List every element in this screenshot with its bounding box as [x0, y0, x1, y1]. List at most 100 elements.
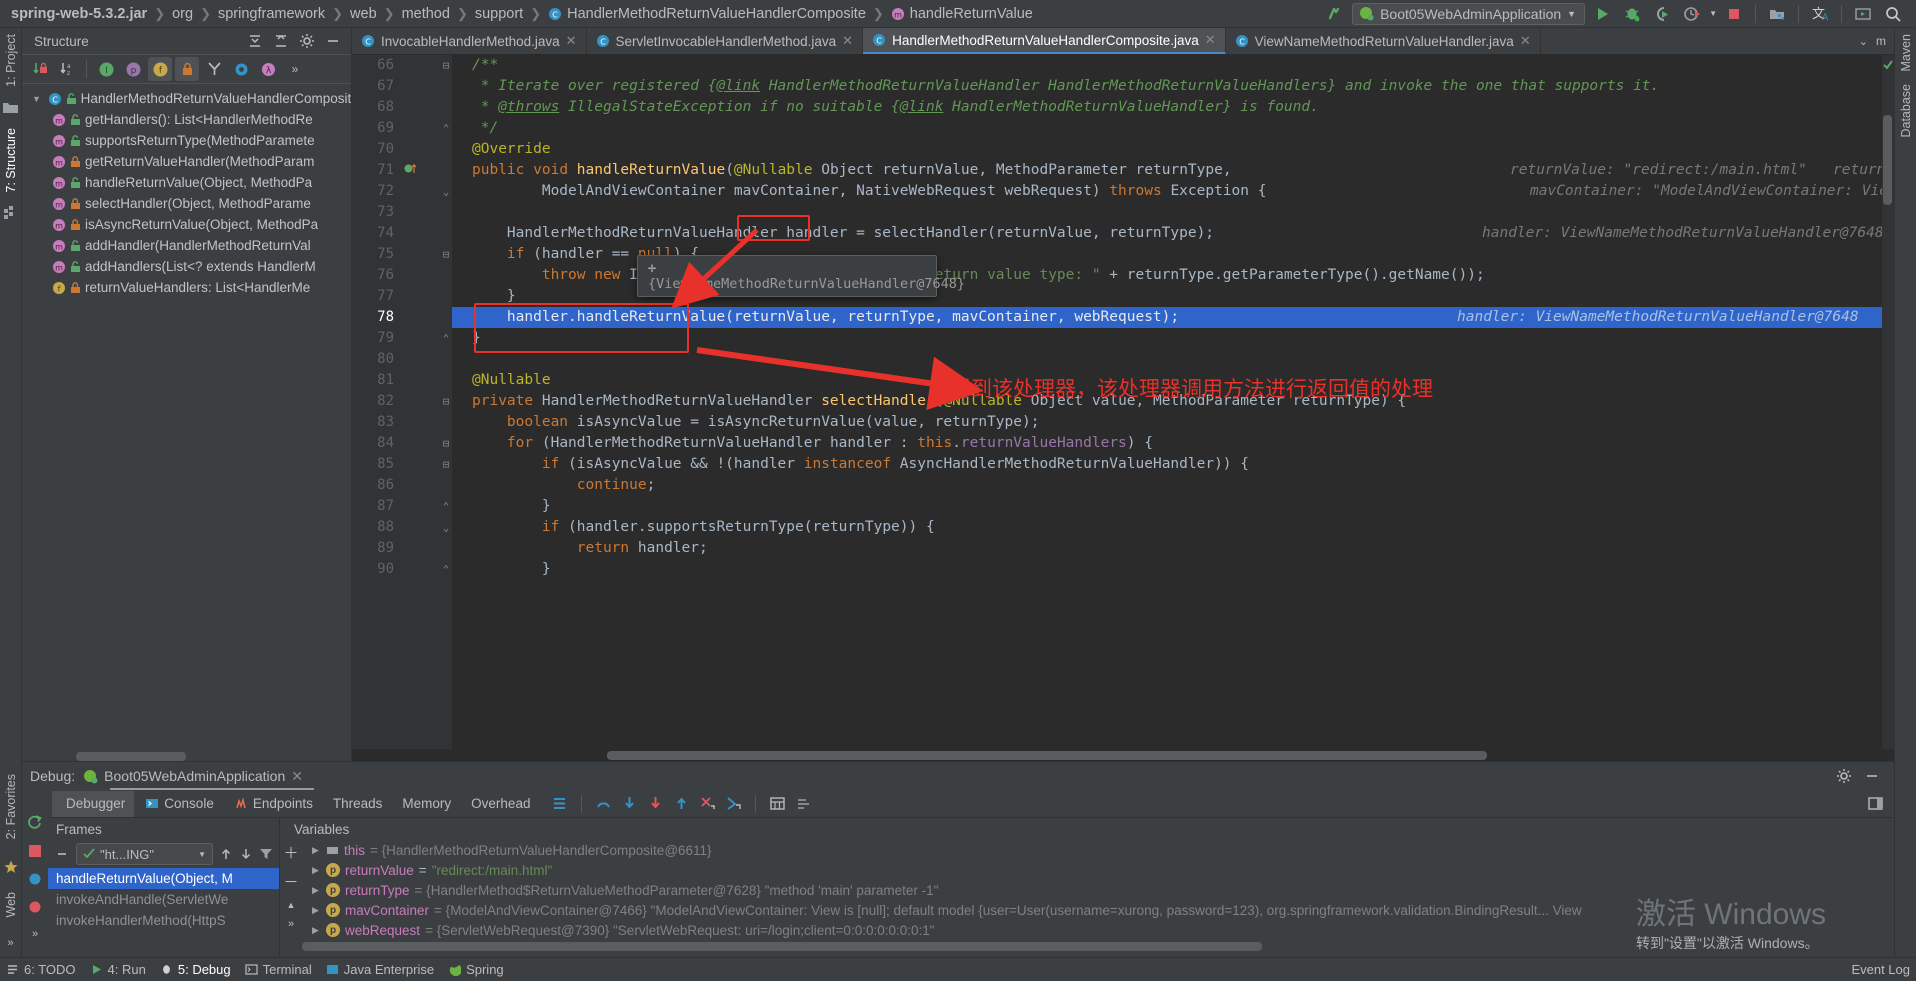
show-fields-icon[interactable]: f: [148, 57, 172, 81]
tab-servlet-invocable-handler-method[interactable]: C ServletInvocableHandlerMethod.java ✕: [587, 28, 864, 54]
pause-resume-icon[interactable]: [54, 846, 70, 862]
status-item-debug[interactable]: 5: Debug: [160, 962, 231, 977]
sort-by-visibility-icon[interactable]: [28, 57, 52, 81]
debug-layout-icon[interactable]: [1867, 795, 1894, 812]
frame-row[interactable]: handleReturnValue(Object, M: [48, 868, 279, 889]
collapse-all-icon[interactable]: [269, 29, 293, 53]
tab-debugger[interactable]: Debugger: [52, 790, 135, 817]
hide-tool-window-icon[interactable]: [1864, 768, 1880, 784]
fold-marker[interactable]: ⌃: [440, 559, 452, 580]
step-out-icon[interactable]: [673, 795, 690, 812]
status-item-todo[interactable]: 6: TODO: [6, 962, 76, 977]
tab-threads[interactable]: Threads: [324, 791, 392, 817]
debug-more-icon[interactable]: »: [32, 928, 38, 940]
chevron-right-icon[interactable]: ▶: [312, 925, 321, 936]
force-step-into-icon[interactable]: [647, 795, 664, 812]
code-editor[interactable]: 66 67 68 69 70 71 72 73 74 75 76 77 78 7…: [352, 55, 1894, 749]
variable-row-returntype[interactable]: ▶ p returnType = {HandlerMethod$ReturnVa…: [302, 880, 1894, 900]
step-over-icon[interactable]: [595, 795, 612, 812]
variables-horizontal-scrollbar[interactable]: [302, 942, 1894, 951]
project-folder-icon[interactable]: [3, 101, 18, 114]
tab-invocable-handler-method[interactable]: C InvocableHandlerMethod.java ✕: [352, 28, 587, 54]
chevron-down-icon[interactable]: ▼: [1567, 9, 1576, 19]
breadcrumb-item-jar[interactable]: spring-web-5.3.2.jar: [4, 6, 154, 22]
tree-item-method[interactable]: m isAsyncReturnValue(Object, MethodPa: [22, 214, 351, 235]
sidebar-item-web[interactable]: Web: [4, 892, 18, 917]
tooltip-plus-icon[interactable]: ✛: [648, 260, 656, 276]
run-configuration-selector[interactable]: Boot05WebAdminApplication ▼: [1352, 2, 1586, 25]
build-icon[interactable]: [1322, 2, 1348, 26]
run-with-coverage-button[interactable]: [1649, 2, 1675, 26]
profiler-button[interactable]: [1679, 2, 1705, 26]
chevron-right-icon[interactable]: ▶: [312, 865, 321, 876]
layout-settings-icon[interactable]: [795, 795, 812, 812]
sidebar-item-structure[interactable]: 7: Structure: [4, 128, 18, 193]
run-button[interactable]: [1589, 2, 1615, 26]
fold-marker[interactable]: ⌃: [440, 328, 452, 349]
watch-up-icon[interactable]: ▲: [287, 900, 296, 910]
tree-item-method[interactable]: m getReturnValueHandler(MethodParam: [22, 151, 351, 172]
rerun-icon[interactable]: [27, 814, 43, 830]
scroll-thumb[interactable]: [1883, 115, 1892, 205]
chevron-down-icon[interactable]: ▼: [198, 850, 206, 859]
chevron-right-icon[interactable]: ▶: [312, 885, 321, 896]
sidebar-item-project[interactable]: 1: Project: [4, 34, 18, 87]
tree-item-method[interactable]: m supportsReturnType(MethodParamete: [22, 130, 351, 151]
stop-icon[interactable]: [28, 844, 42, 858]
debug-session-tab[interactable]: Boot05WebAdminApplication ✕: [75, 762, 311, 790]
expand-all-icon[interactable]: [243, 29, 267, 53]
show-anonymous-icon[interactable]: [202, 57, 226, 81]
remove-watch-icon[interactable]: －: [283, 871, 298, 892]
search-everywhere-button[interactable]: [1880, 2, 1906, 26]
structure-more-icon[interactable]: »: [283, 57, 307, 81]
drop-frame-icon[interactable]: [699, 795, 716, 812]
chevron-right-icon[interactable]: ▶: [312, 845, 321, 856]
tab-endpoints[interactable]: Endpoints: [225, 791, 322, 817]
editor-marker-bar[interactable]: [1882, 55, 1894, 749]
tab-memory[interactable]: Memory: [393, 791, 460, 817]
sort-alphabetically-icon[interactable]: az: [55, 57, 79, 81]
tree-item-method[interactable]: m addHandler(HandlerMethodReturnVal: [22, 235, 351, 256]
hide-tool-window-icon[interactable]: [321, 29, 345, 53]
favorites-star-icon[interactable]: [4, 860, 18, 874]
sidebar-item-maven[interactable]: Maven: [1899, 34, 1913, 72]
tree-item-class[interactable]: ▼ C HandlerMethodReturnValueHandlerCompo…: [22, 88, 351, 109]
breadcrumb-item-web[interactable]: web: [343, 6, 384, 22]
sidebar-item-favorites[interactable]: 2: Favorites: [4, 774, 18, 839]
tab-overhead[interactable]: Overhead: [462, 791, 539, 817]
fold-marker[interactable]: ⌃: [440, 118, 452, 139]
tree-item-method[interactable]: m getHandlers(): List<HandlerMethodRe: [22, 109, 351, 130]
stop-button[interactable]: [1721, 2, 1747, 26]
add-watch-icon[interactable]: ＋: [283, 842, 298, 863]
filter-frames-icon[interactable]: [259, 847, 273, 861]
tree-item-method[interactable]: m selectHandler(Object, MethodParame: [22, 193, 351, 214]
breadcrumb-item-org[interactable]: org: [165, 6, 200, 22]
editor-horizontal-scrollbar[interactable]: [352, 749, 1894, 761]
run-to-cursor-icon[interactable]: [725, 795, 742, 812]
show-properties-icon[interactable]: p: [121, 57, 145, 81]
watch-more-icon[interactable]: »: [288, 918, 294, 930]
chevron-right-icon[interactable]: ▶: [312, 905, 321, 916]
debug-button[interactable]: [1619, 2, 1645, 26]
status-item-terminal[interactable]: Terminal: [245, 962, 312, 977]
variable-row-returnvalue[interactable]: ▶ p returnValue = "redirect:/main.html": [302, 860, 1894, 880]
breadcrumb-item-class[interactable]: C HandlerMethodReturnValueHandlerComposi…: [541, 6, 873, 22]
terminal-button[interactable]: [1850, 2, 1876, 26]
more-tools-icon[interactable]: »: [7, 937, 13, 949]
tree-item-field[interactable]: f returnValueHandlers: List<HandlerMe: [22, 277, 351, 298]
settings-gear-icon[interactable]: [295, 29, 319, 53]
tab-view-name-method-return-value-handler[interactable]: C ViewNameMethodReturnValueHandler.java …: [1226, 28, 1541, 54]
fold-marker[interactable]: ⌃: [440, 496, 452, 517]
fold-marker[interactable]: ⊟: [440, 454, 452, 475]
tab-console[interactable]: Console: [136, 791, 223, 817]
status-item-event-log[interactable]: Event Log: [1851, 962, 1910, 977]
fold-marker[interactable]: ⌄: [440, 517, 452, 538]
inspection-ok-icon[interactable]: [1882, 59, 1894, 71]
fold-marker[interactable]: ⊟: [440, 244, 452, 265]
thread-selector[interactable]: "ht...ING" ▼: [76, 843, 213, 865]
structure-horizontal-scrollbar[interactable]: [22, 752, 351, 761]
lambda-icon[interactable]: λ: [256, 57, 280, 81]
mute-breakpoints-icon[interactable]: [28, 872, 42, 886]
status-item-spring[interactable]: Spring: [448, 962, 504, 977]
tab-handler-method-return-value-handler-composite[interactable]: C HandlerMethodReturnValueHandlerComposi…: [863, 28, 1226, 54]
